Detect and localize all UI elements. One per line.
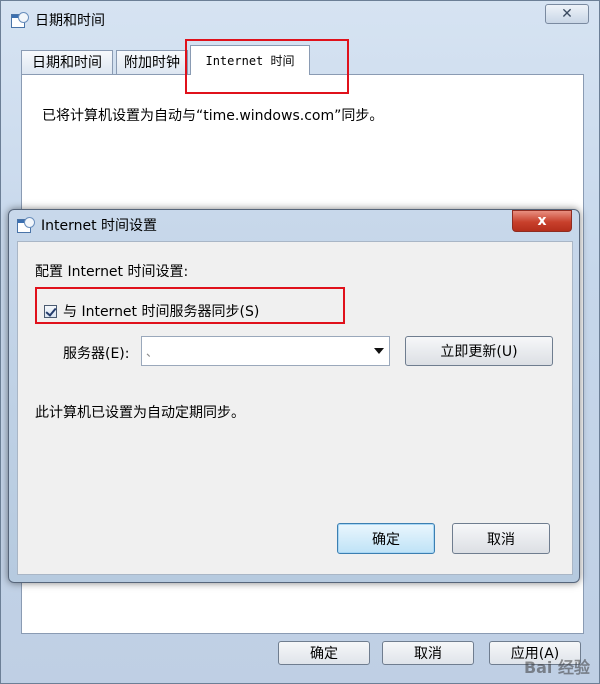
tab-date-time[interactable]: 日期和时间 — [21, 50, 113, 74]
checkbox-highlight-box — [35, 287, 345, 324]
dialog-ok-button[interactable]: 确定 — [337, 523, 435, 554]
sync-status-text: 已将计算机设置为自动与“time.windows.com”同步。 — [42, 108, 384, 124]
window-titlebar: 日期和时间 — [11, 9, 105, 31]
window-title: 日期和时间 — [35, 13, 105, 29]
ok-button[interactable]: 确定 — [278, 641, 370, 665]
dialog-cancel-button[interactable]: 取消 — [452, 523, 550, 554]
auto-sync-note: 此计算机已设置为自动定期同步。 — [35, 405, 245, 421]
update-now-button[interactable]: 立即更新(U) — [405, 336, 553, 366]
tab-highlight-box — [185, 39, 349, 94]
chevron-down-icon[interactable] — [374, 348, 384, 354]
server-label: 服务器(E): — [63, 346, 130, 362]
cancel-button[interactable]: 取消 — [382, 641, 474, 665]
dialog-title: Internet 时间设置 — [41, 218, 158, 234]
window-close-button[interactable]: ✕ — [545, 4, 589, 24]
tab-additional-clocks[interactable]: 附加时钟 — [116, 50, 188, 74]
server-value: 、 — [146, 345, 159, 359]
internet-time-settings-dialog: Internet 时间设置 x 配置 Internet 时间设置: 与 Inte… — [8, 209, 580, 583]
configure-label: 配置 Internet 时间设置: — [35, 264, 189, 280]
date-time-icon — [11, 12, 29, 28]
date-time-icon — [17, 217, 35, 233]
dialog-close-button[interactable]: x — [512, 210, 572, 232]
server-combobox[interactable]: 、 — [141, 336, 390, 366]
watermark: Bai 经验 — [523, 658, 590, 677]
dialog-titlebar: Internet 时间设置 — [17, 215, 157, 235]
